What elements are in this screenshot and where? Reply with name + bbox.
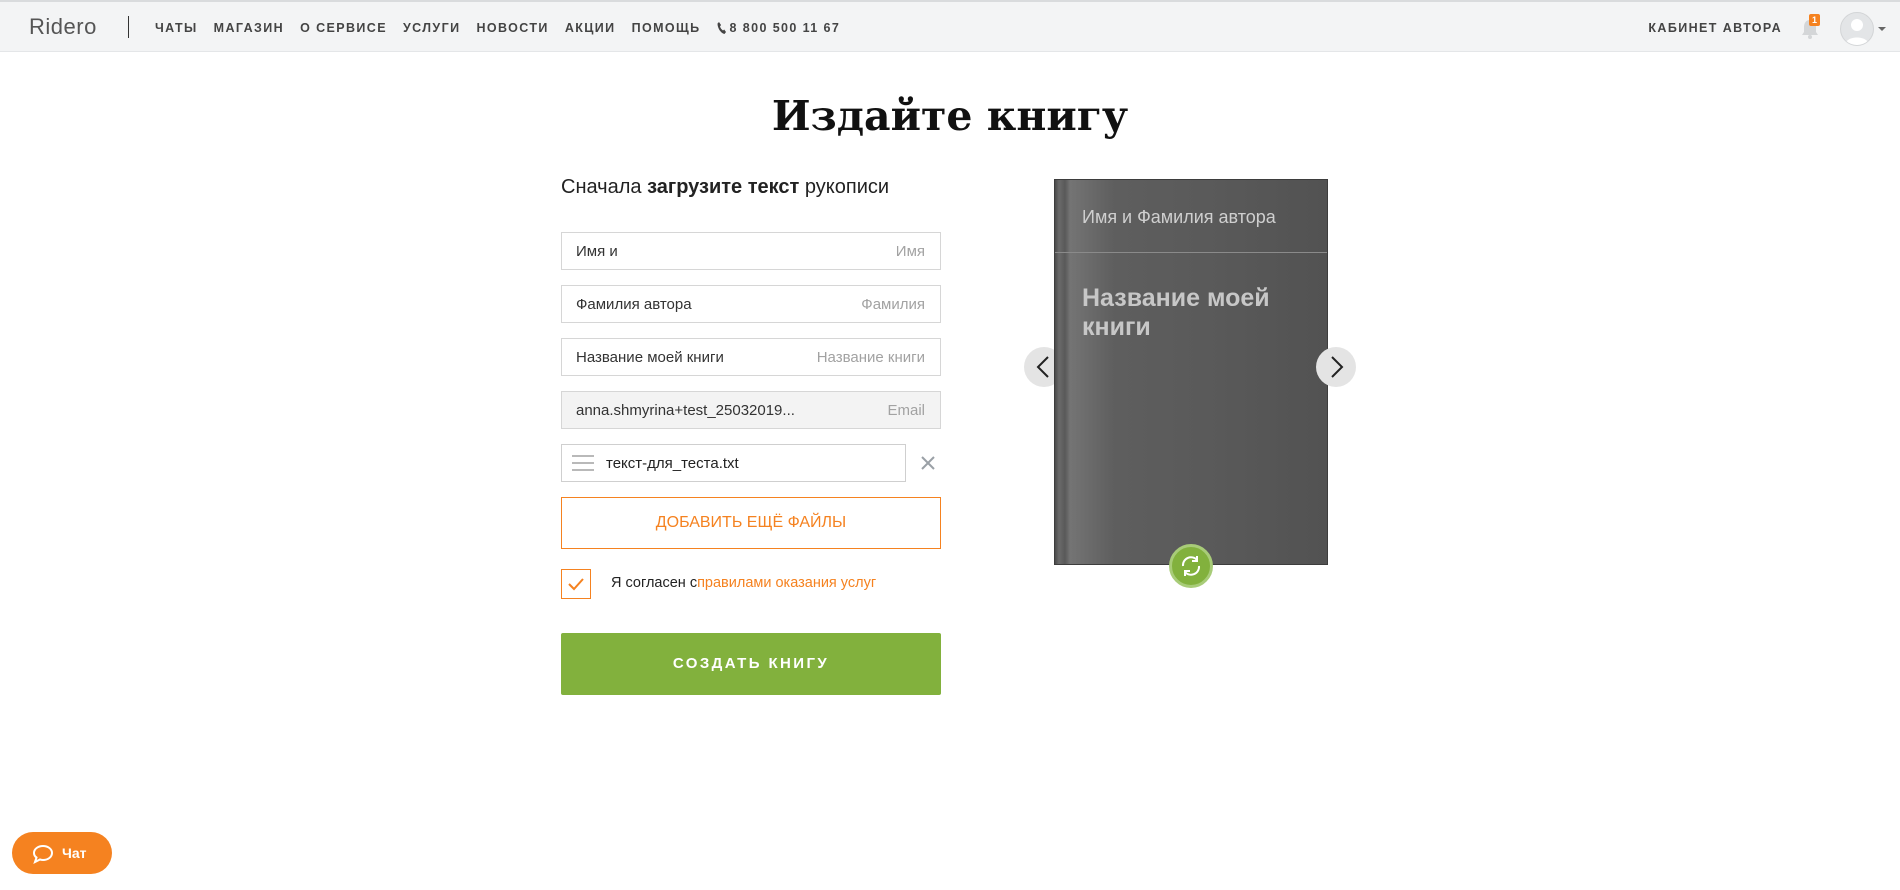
notifications-button[interactable]: 1 [1800,14,1821,40]
next-cover-button[interactable] [1316,347,1356,387]
checkmark-icon [568,578,584,591]
main-nav: ЧАТЫ МАГАЗИН О СЕРВИСЕ УСЛУГИ НОВОСТИ АК… [155,2,840,54]
create-book-form: Сначала загрузите текст рукописи Имя и И… [561,174,941,695]
regenerate-cover-button[interactable] [1169,544,1213,588]
terms-label: Я согласен с [611,575,698,591]
chat-label: Чат [62,845,87,861]
form-subtitle: Сначала загрузите текст рукописи [561,174,941,200]
book-title-value: Название моей книги [576,349,724,366]
user-avatar[interactable] [1840,12,1874,46]
page-title: Издайте книгу [771,92,1129,140]
close-icon [921,456,935,470]
nav-item-news[interactable]: НОВОСТИ [476,21,548,35]
nav-item-chats[interactable]: ЧАТЫ [155,21,198,35]
top-navbar: Ridero ЧАТЫ МАГАЗИН О СЕРВИСЕ УСЛУГИ НОВ… [0,0,1900,52]
chat-bubble-icon [32,844,54,864]
cover-divider [1055,252,1327,253]
chat-button[interactable]: Чат [12,832,112,874]
book-title-placeholder: Название книги [816,349,925,366]
terms-checkbox[interactable] [561,569,591,599]
create-book-button[interactable]: СОЗДАТЬ КНИГУ [561,633,941,695]
nav-item-help[interactable]: ПОМОЩЬ [632,21,701,35]
terms-agreement: Я согласен справилами оказания услуг [561,569,941,599]
cover-author: Имя и Фамилия автора [1082,207,1276,227]
file-name: текст-для_теста.txt [606,455,739,472]
nav-item-shop[interactable]: МАГАЗИН [214,21,284,35]
user-icon [1845,19,1869,45]
phone-link[interactable]: 8 800 500 11 67 [717,21,841,35]
book-cover-preview: Имя и Фамилия автора Название моей книги [1054,179,1328,565]
phone-number: 8 800 500 11 67 [729,21,841,35]
last-name-field[interactable]: Фамилия автора Фамилия [561,285,941,323]
subtitle-suffix: рукописи [799,176,890,198]
first-name-field[interactable]: Имя и Имя [561,232,941,270]
refresh-icon [1181,556,1201,576]
uploaded-file: текст-для_теста.txt [561,444,906,482]
first-name-placeholder: Имя [895,243,925,260]
nav-item-about[interactable]: О СЕРВИСЕ [300,21,387,35]
drag-handle-icon[interactable] [572,455,594,471]
email-placeholder: Email [887,402,925,419]
email-value: anna.shmyrina+test_25032019... [576,402,795,419]
notification-badge: 1 [1809,14,1821,26]
email-field: anna.shmyrina+test_25032019... Email [561,391,941,429]
last-name-placeholder: Фамилия [861,296,925,313]
terms-link[interactable]: правилами оказания услуг [697,575,876,591]
last-name-value: Фамилия автора [576,296,692,313]
terms-text: Я согласен справилами оказания услуг [611,575,876,591]
phone-icon [717,22,726,34]
avatar-dropdown-icon[interactable] [1878,27,1886,31]
nav-item-promo[interactable]: АКЦИИ [565,21,616,35]
cover-title: Название моей книги [1082,284,1270,341]
remove-file-button[interactable] [918,453,938,473]
chevron-right-icon [1331,356,1344,378]
uploaded-file-row: текст-для_теста.txt [561,444,941,482]
subtitle-bold: загрузите текст [647,176,800,198]
logo-divider [128,16,129,38]
nav-item-services[interactable]: УСЛУГИ [403,21,461,35]
book-title-field[interactable]: Название моей книги Название книги [561,338,941,376]
first-name-value: Имя и [576,243,618,260]
add-more-files-button[interactable]: ДОБАВИТЬ ЕЩЁ ФАЙЛЫ [561,497,941,549]
author-cabinet-link[interactable]: КАБИНЕТ АВТОРА [1648,21,1782,35]
subtitle-prefix: Сначала [561,176,648,198]
ridero-logo[interactable]: Ridero [29,14,97,40]
